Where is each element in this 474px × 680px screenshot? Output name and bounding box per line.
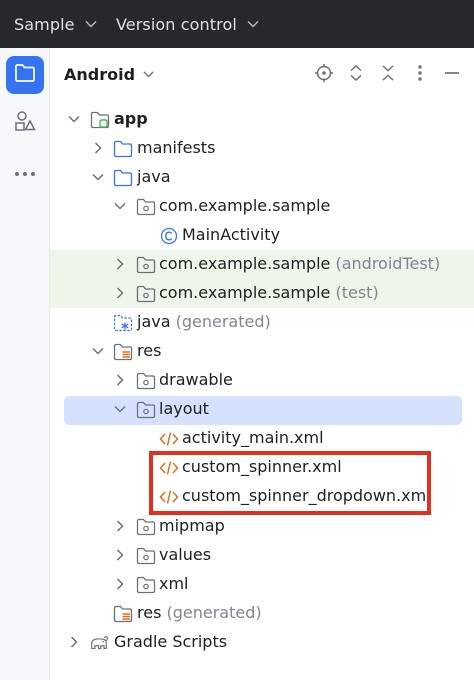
xml-file-icon [159,429,179,449]
tree-node-label: xml [159,574,189,593]
source-set-suffix: (test) [335,283,379,302]
tool-window-strip [0,48,50,680]
tree-node-values[interactable]: values [50,541,474,570]
tree-node-label: drawable [159,370,233,389]
chevron-right-icon[interactable] [112,256,128,272]
tree-node-label: app [114,109,148,128]
folder-name: res [137,603,162,622]
chevron-down-icon[interactable] [90,343,106,359]
class-icon [159,226,179,246]
chevron-down-icon[interactable] [66,111,82,127]
view-mode-label: Android [64,64,136,84]
tree-node-label: java (generated) [137,312,271,331]
package-icon [136,546,156,566]
tree-node-label: res (generated) [137,603,262,622]
tree-node-main-activity[interactable]: MainActivity [50,221,474,250]
project-selector[interactable]: Sample [14,0,97,48]
folder-icon [113,139,133,159]
expand-all-icon[interactable] [345,62,367,84]
generated-suffix: (generated) [166,603,262,622]
folder-icon [113,168,133,188]
project-view-icon [14,63,36,87]
tree-node-layout[interactable]: layout [50,395,474,425]
options-icon[interactable] [409,62,431,84]
module-folder-icon [90,110,110,130]
chevron-down-icon[interactable] [112,198,128,214]
tree-node-label: Gradle Scripts [114,632,228,651]
tree-node-xml[interactable]: xml [50,570,474,599]
locate-icon[interactable] [313,62,335,84]
chevron-right-icon[interactable] [90,140,106,156]
tree-node-java-generated[interactable]: java (generated) [50,308,474,337]
tree-node-label: com.example.sample (androidTest) [159,254,440,273]
chevron-down-icon [143,71,154,78]
generated-suffix: (generated) [175,312,271,331]
collapse-all-icon[interactable] [377,62,399,84]
tree-node-label: MainActivity [182,225,281,244]
resource-folder-icon [113,604,133,624]
source-set-suffix: (androidTest) [335,254,441,273]
tree-node-package-test[interactable]: com.example.sample (test) [50,279,474,308]
tree-node-label: res [137,341,162,360]
chevron-right-icon[interactable] [112,576,128,592]
resource-manager-icon [14,110,36,136]
tree-node-gradle-scripts[interactable]: Gradle Scripts [50,628,474,657]
tree-node-label: activity_main.xml [182,428,324,447]
hide-icon[interactable] [441,62,463,84]
more-tools-button[interactable] [6,152,44,190]
chevron-right-icon[interactable] [112,285,128,301]
more-tools-icon [14,162,36,181]
folder-name: java [137,312,171,331]
resource-folder-icon [113,342,133,362]
tree-node-label: com.example.sample [159,196,331,215]
chevron-right-icon[interactable] [112,547,128,563]
tree-node-java[interactable]: java [50,163,474,192]
gradle-elephant-icon [89,633,109,653]
package-icon [136,400,156,420]
tree-node-drawable[interactable]: drawable [50,366,474,395]
tree-node-package-android-test[interactable]: com.example.sample (androidTest) [50,250,474,279]
chevron-down-icon[interactable] [90,169,106,185]
project-view-button[interactable] [6,56,44,94]
title-bar: Sample Version control [0,0,474,48]
tree-node-label: layout [159,399,209,418]
tree-node-label: manifests [137,138,216,157]
generated-folder-icon [113,313,133,333]
package-icon [136,284,156,304]
package-icon [136,517,156,537]
chevron-down-icon [247,20,259,28]
tree-node-manifests[interactable]: manifests [50,134,474,163]
tree-node-app[interactable]: app [50,105,474,134]
package-name: com.example.sample [159,283,331,302]
version-control-selector[interactable]: Version control [116,0,259,48]
project-panel-header: Android [50,48,474,100]
tree-node-package-main[interactable]: com.example.sample [50,192,474,221]
package-icon [136,255,156,275]
chevron-down-icon [85,20,97,28]
chevron-down-icon[interactable] [112,401,128,417]
view-mode-selector[interactable]: Android [64,48,154,100]
tree-node-label: mipmap [159,516,225,535]
highlight-annotation-box [149,451,431,515]
chevron-right-icon[interactable] [66,634,82,650]
tree-node-res-generated[interactable]: res (generated) [50,599,474,628]
version-control-label: Version control [116,14,237,34]
package-name: com.example.sample [159,254,331,273]
tree-node-mipmap[interactable]: mipmap [50,512,474,541]
tree-node-activity-main-xml[interactable]: activity_main.xml [50,424,474,453]
chevron-right-icon[interactable] [112,518,128,534]
project-name: Sample [14,14,75,34]
chevron-right-icon[interactable] [112,372,128,388]
resource-manager-button[interactable] [6,104,44,142]
package-icon [136,371,156,391]
tree-node-label: values [159,545,212,564]
tree-node-res[interactable]: res [50,337,474,366]
tree-node-label: java [137,167,171,186]
package-icon [136,575,156,595]
tree-node-label: com.example.sample (test) [159,283,379,302]
package-icon [136,197,156,217]
